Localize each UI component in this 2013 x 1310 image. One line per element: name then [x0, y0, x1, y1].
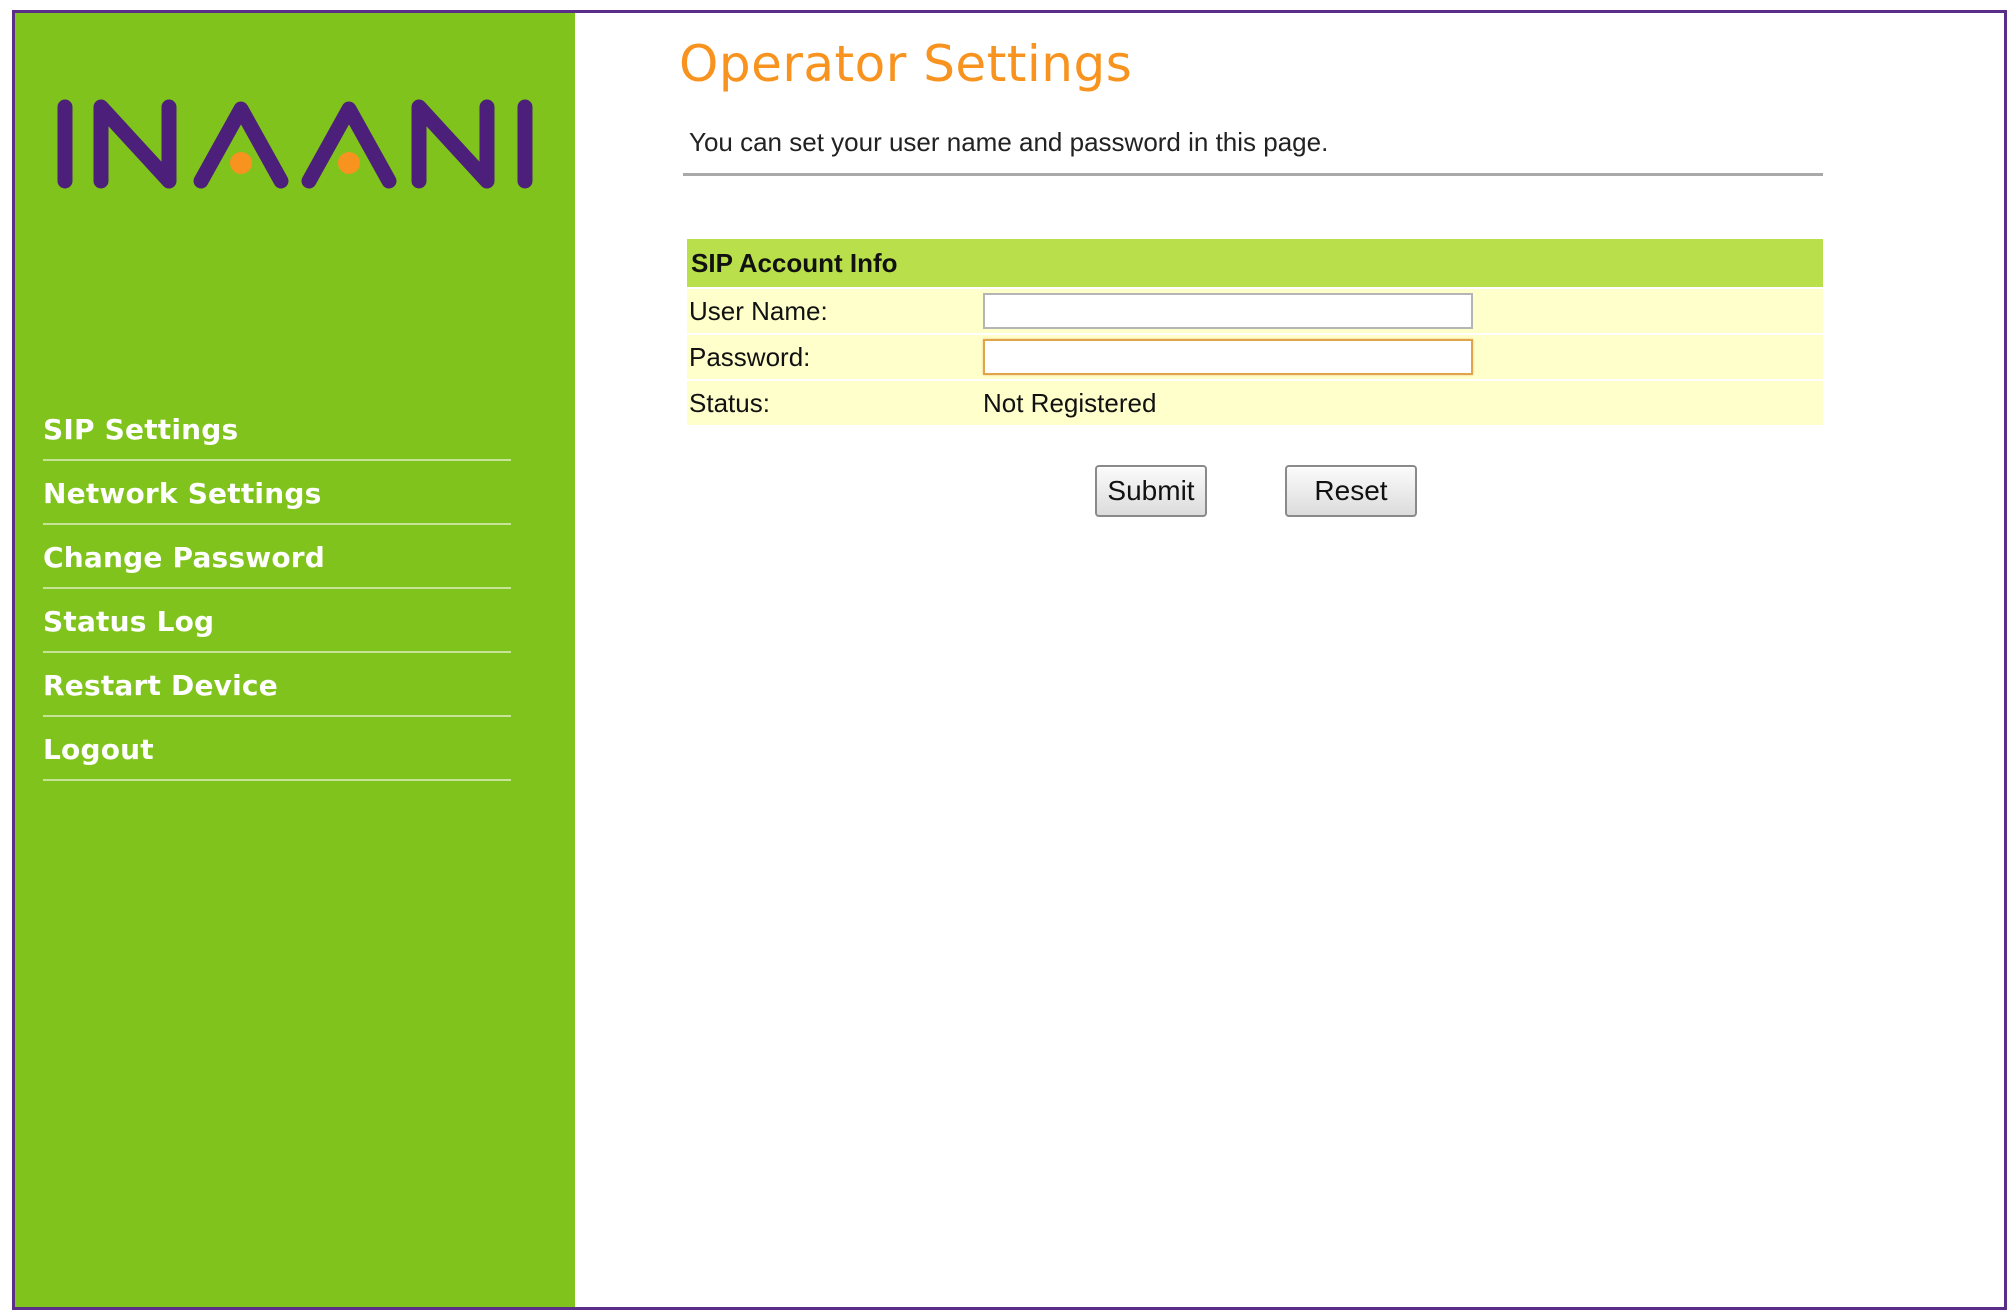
username-row: User Name:: [687, 287, 1823, 334]
sidebar-item-restart-device: Restart Device: [43, 655, 511, 717]
section-header: SIP Account Info: [687, 239, 1823, 288]
username-label: User Name:: [687, 287, 981, 334]
username-input[interactable]: [983, 293, 1473, 329]
reset-button[interactable]: Reset: [1285, 465, 1417, 517]
sidebar-link-logout[interactable]: Logout: [43, 719, 511, 781]
status-label: Status:: [687, 379, 981, 425]
status-value: Not Registered: [981, 379, 1823, 425]
page-frame: SIP Settings Network Settings Change Pas…: [12, 10, 2007, 1310]
title-divider: [683, 173, 1823, 176]
inaani-logo: [57, 99, 533, 189]
sidebar-link-change-password[interactable]: Change Password: [43, 527, 511, 589]
sidebar: SIP Settings Network Settings Change Pas…: [15, 13, 575, 1307]
username-cell: [981, 287, 1823, 334]
password-label: Password:: [687, 333, 981, 380]
page-description: You can set your user name and password …: [689, 127, 1329, 157]
sidebar-link-restart-device[interactable]: Restart Device: [43, 655, 511, 717]
sidebar-link-network-settings[interactable]: Network Settings: [43, 463, 511, 525]
sidebar-item-network-settings: Network Settings: [43, 463, 511, 525]
sidebar-link-status-log[interactable]: Status Log: [43, 591, 511, 653]
sidebar-link-sip-settings[interactable]: SIP Settings: [43, 399, 511, 461]
password-input[interactable]: [983, 339, 1473, 375]
password-row: Password:: [687, 333, 1823, 380]
sidebar-item-sip-settings: SIP Settings: [43, 399, 511, 461]
sidebar-nav: SIP Settings Network Settings Change Pas…: [43, 399, 511, 783]
status-row: Status: Not Registered: [687, 379, 1823, 425]
section-header-row: SIP Account Info: [687, 239, 1823, 288]
sidebar-item-logout: Logout: [43, 719, 511, 781]
sidebar-item-status-log: Status Log: [43, 591, 511, 653]
submit-button[interactable]: Submit: [1095, 465, 1207, 517]
main-content: Operator Settings You can set your user …: [575, 13, 2004, 1307]
password-cell: [981, 333, 1823, 380]
sip-account-table: SIP Account Info User Name: Password: St…: [687, 239, 1823, 425]
page-title: Operator Settings: [679, 35, 1133, 93]
sidebar-item-change-password: Change Password: [43, 527, 511, 589]
